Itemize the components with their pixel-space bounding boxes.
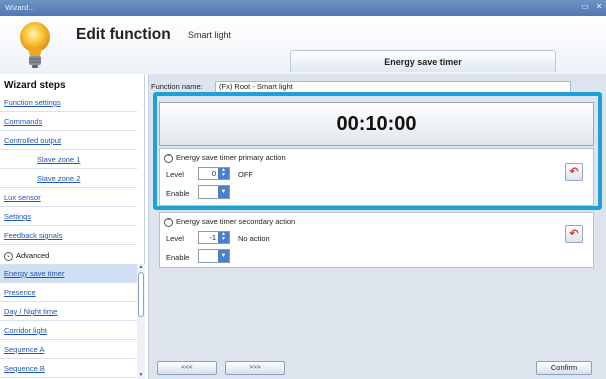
sidebar-heading: Wizard steps bbox=[4, 80, 66, 91]
wizard-header: Edit function Smart light Energy save ti… bbox=[0, 16, 606, 74]
stepper-arrows-icon[interactable]: ▲ ▼ bbox=[218, 168, 229, 179]
tab-energy-save-timer[interactable]: Energy save timer bbox=[290, 50, 556, 72]
tab-label: Energy save timer bbox=[384, 57, 462, 67]
chevron-down-icon[interactable]: ▼ bbox=[218, 250, 229, 262]
sidebar-item-sequence-a[interactable]: Sequence A bbox=[0, 341, 137, 359]
sidebar-item-corridor-light[interactable]: Corridor light bbox=[0, 322, 137, 340]
sidebar-scrollbar[interactable]: ▲ ▼ bbox=[137, 264, 145, 379]
chevron-up-icon: ⌃ bbox=[164, 153, 173, 163]
scroll-down-icon[interactable]: ▼ bbox=[137, 372, 145, 379]
primary-reset-button[interactable]: ↶ bbox=[565, 163, 583, 181]
sidebar-item-slave-zone-1[interactable]: Slave zone 1 bbox=[0, 151, 137, 169]
sidebar-item-energy-save-timer[interactable]: Energy save timer bbox=[0, 265, 137, 283]
sidebar-item-day-night-time[interactable]: Day / Night time bbox=[0, 303, 137, 321]
undo-arrow-icon: ↶ bbox=[569, 228, 579, 240]
back-button[interactable]: <<< bbox=[157, 361, 217, 375]
secondary-enable-label: Enable bbox=[166, 253, 190, 262]
sidebar-item-controlled-output[interactable]: Controlled output bbox=[0, 132, 137, 150]
primary-level-value: 0 bbox=[211, 169, 216, 178]
close-icon[interactable]: ✕ bbox=[594, 2, 604, 12]
secondary-level-value: -1 bbox=[209, 233, 216, 242]
primary-level-stepper[interactable]: 0 ▲ ▼ bbox=[198, 167, 230, 180]
timer-display[interactable]: 00:10:00 bbox=[159, 102, 594, 146]
chevron-down-icon: ⌄ bbox=[4, 251, 13, 261]
sidebar-item-lux-sensor[interactable]: Lux sensor bbox=[0, 189, 137, 207]
secondary-level-label: Level bbox=[166, 234, 184, 243]
stepper-arrows-icon[interactable]: ▲ ▼ bbox=[218, 232, 229, 243]
sidebar-advanced-toggle[interactable]: ⌄ Advanced bbox=[0, 247, 137, 265]
scrollbar-thumb[interactable] bbox=[138, 272, 144, 317]
secondary-reset-button[interactable]: ↶ bbox=[565, 225, 583, 243]
primary-action-panel: ⌃ Energy save timer primary action Level … bbox=[159, 148, 594, 206]
primary-level-label: Level bbox=[166, 170, 184, 179]
secondary-action-panel: ⌃ Energy save timer secondary action Leve… bbox=[159, 212, 594, 268]
next-button[interactable]: >>> bbox=[225, 361, 285, 375]
timer-value: 00:10:00 bbox=[336, 113, 417, 135]
window-title: Wizard... bbox=[5, 3, 35, 12]
chevron-up-icon: ⌃ bbox=[164, 217, 173, 227]
page-title: Edit function bbox=[76, 26, 171, 43]
primary-level-text: OFF bbox=[238, 170, 253, 179]
sidebar-item-function-settings[interactable]: Function settings bbox=[0, 94, 137, 112]
secondary-level-stepper[interactable]: -1 ▲ ▼ bbox=[198, 231, 230, 244]
secondary-level-text: No action bbox=[238, 234, 270, 243]
secondary-action-title[interactable]: ⌃ Energy save timer secondary action bbox=[164, 217, 295, 227]
secondary-enable-dropdown[interactable]: ▼ bbox=[198, 249, 230, 263]
sidebar-item-feedback-signals[interactable]: Feedback signals bbox=[0, 227, 137, 245]
main-panel: Function name: (Fx) Root - Smart light 0… bbox=[148, 74, 606, 379]
confirm-button[interactable]: Confirm bbox=[536, 361, 592, 375]
sidebar-item-commands[interactable]: Commands bbox=[0, 113, 137, 131]
function-name-label: Function name: bbox=[151, 82, 203, 91]
primary-enable-label: Enable bbox=[166, 189, 190, 198]
title-bar: Wizard... ▭ ✕ bbox=[0, 0, 606, 16]
sidebar-item-settings[interactable]: Settings bbox=[0, 208, 137, 226]
primary-enable-dropdown[interactable]: ▼ bbox=[198, 185, 230, 199]
sidebar-item-presence[interactable]: Presence bbox=[0, 284, 137, 302]
wizard-steps-sidebar: Wizard steps Function settings Commands … bbox=[0, 74, 145, 379]
window-controls: ▭ ✕ bbox=[580, 2, 604, 12]
sidebar-item-slave-zone-2[interactable]: Slave zone 2 bbox=[0, 170, 137, 188]
chevron-down-icon[interactable]: ▼ bbox=[218, 186, 229, 198]
maximize-icon[interactable]: ▭ bbox=[580, 2, 590, 12]
primary-action-title[interactable]: ⌃ Energy save timer primary action bbox=[164, 153, 286, 163]
advanced-label: Advanced bbox=[16, 251, 50, 260]
page-subtitle: Smart light bbox=[188, 30, 232, 40]
scroll-up-icon[interactable]: ▲ bbox=[137, 264, 145, 271]
lightbulb-icon bbox=[20, 22, 50, 68]
sidebar-item-sequence-b[interactable]: Sequence B bbox=[0, 360, 137, 378]
function-name-field[interactable]: (Fx) Root - Smart light bbox=[215, 81, 571, 93]
undo-arrow-icon: ↶ bbox=[569, 166, 579, 178]
